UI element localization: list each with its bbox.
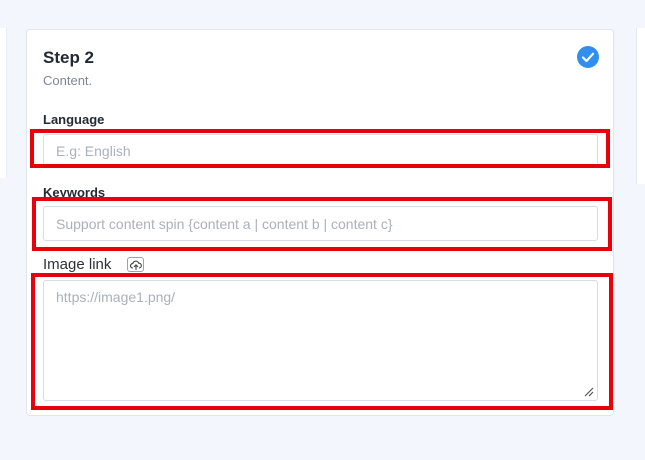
keywords-label: Keywords xyxy=(43,185,106,200)
resize-handle-icon[interactable] xyxy=(584,387,594,397)
cloud-upload-glyph xyxy=(129,260,142,270)
cloud-upload-icon[interactable] xyxy=(127,257,144,272)
keywords-input[interactable] xyxy=(43,206,598,241)
check-circle-icon xyxy=(577,46,599,68)
adjacent-panel-right xyxy=(636,28,645,184)
step-subtitle: Content. xyxy=(43,73,93,88)
image-link-textarea[interactable] xyxy=(43,280,598,401)
step-card: Step 2 Content. Language Keywords Image … xyxy=(26,29,614,416)
step-title: Step 2 xyxy=(43,48,95,67)
image-link-label: Image link xyxy=(43,256,112,273)
language-input[interactable] xyxy=(43,134,598,168)
adjacent-panel-left xyxy=(0,28,7,178)
language-label: Language xyxy=(43,112,105,127)
